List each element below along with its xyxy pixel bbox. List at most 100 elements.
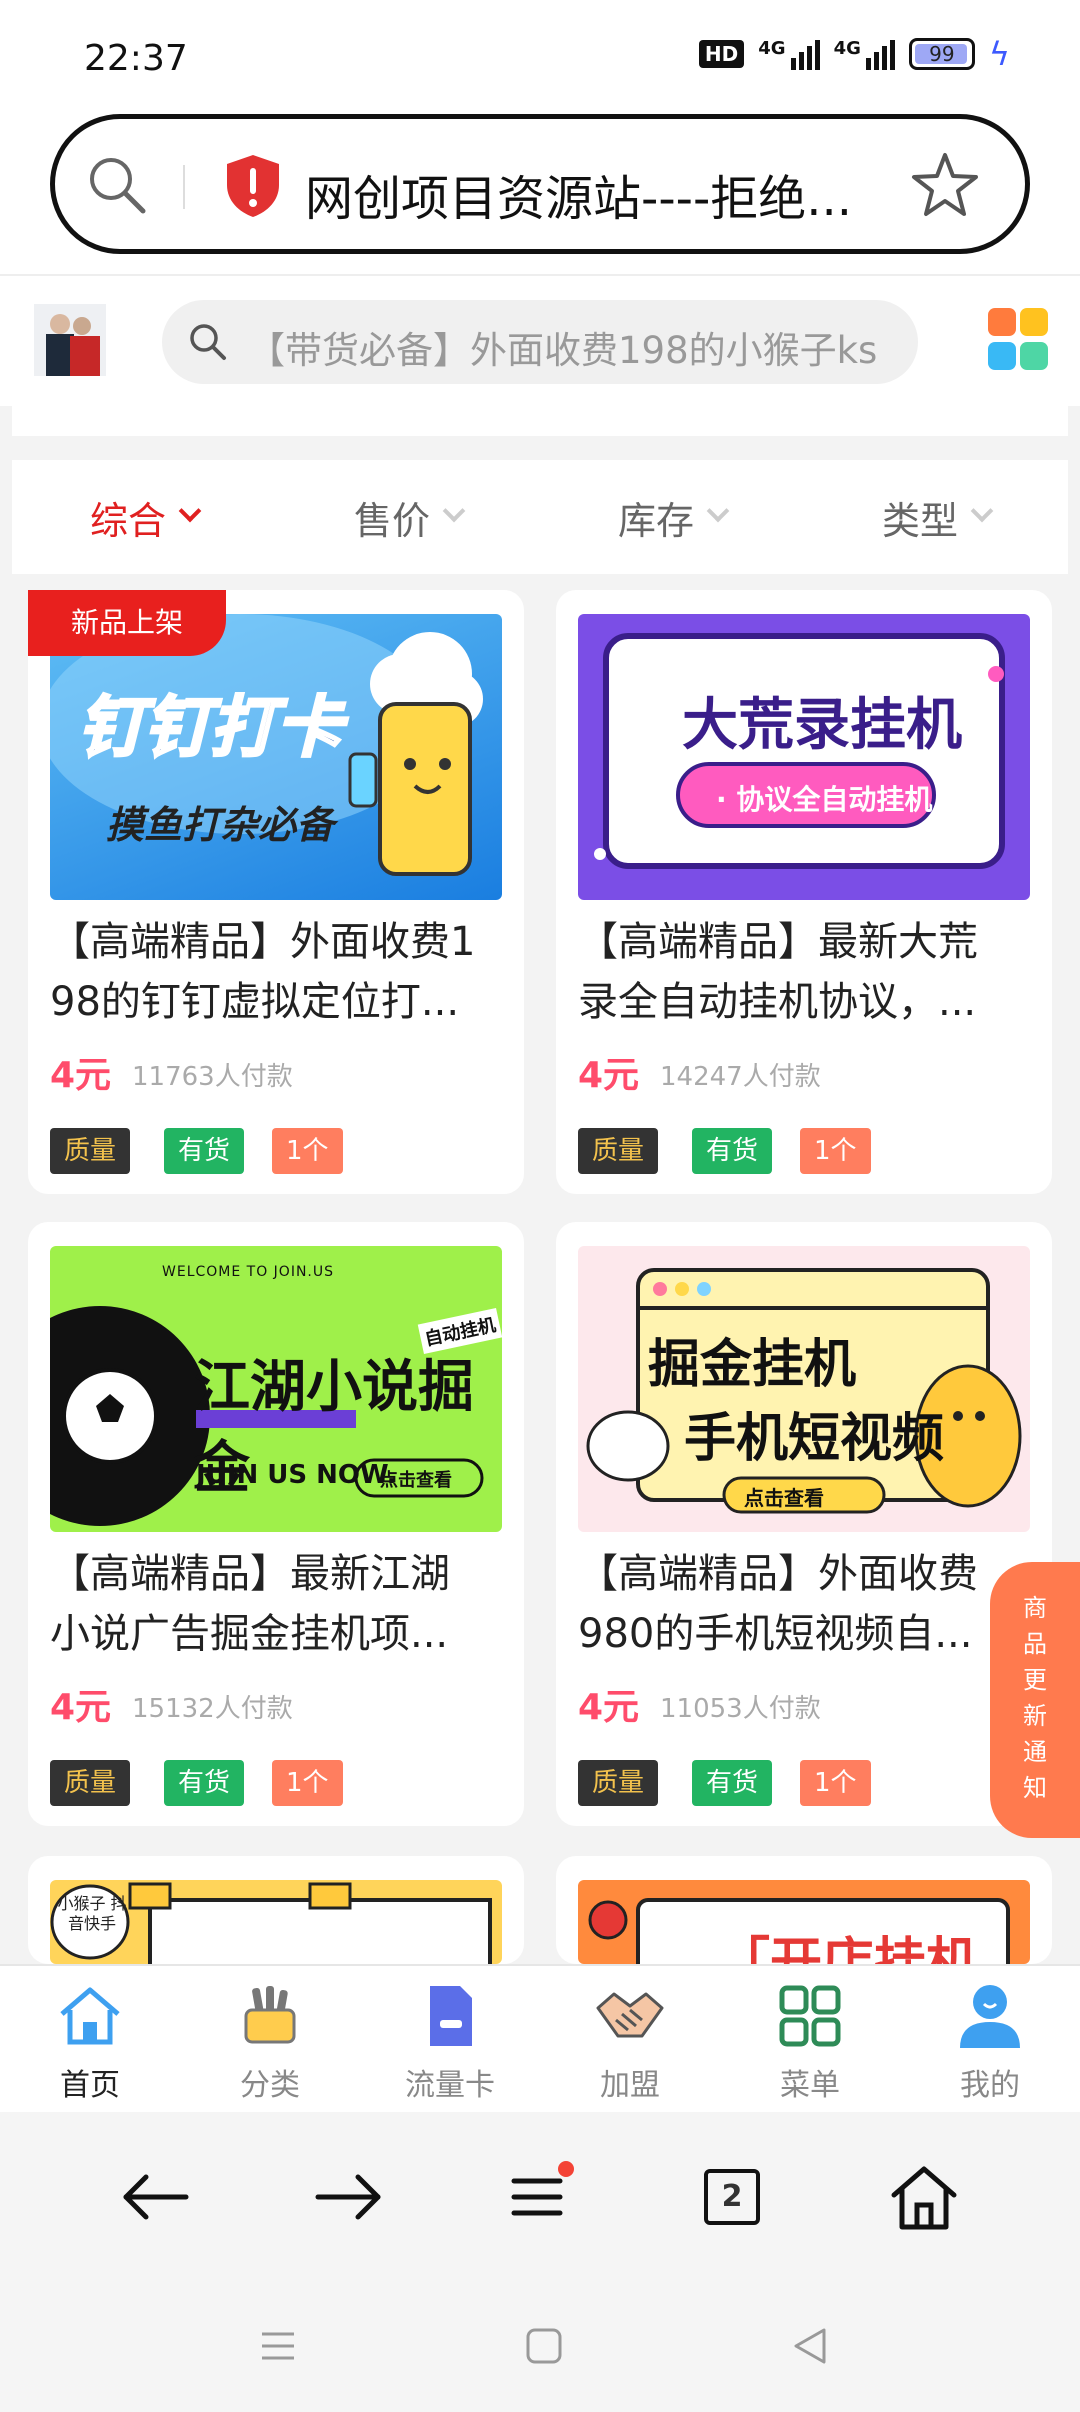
security-shield-icon[interactable] [223,153,283,219]
system-navigation-bar [0,2282,1080,2412]
product-price: 4元 [50,1687,112,1728]
sort-bar: 综合 售价 库存 类型 [12,460,1068,574]
image-subtitle: · 协议全自动挂机 · [716,783,953,816]
product-price: 4元 [50,1055,112,1096]
quality-tag: 质量 [50,1760,131,1806]
sort-price[interactable]: 售价 [276,460,540,574]
image-button: 点击查看 [380,1470,452,1491]
handshake-icon [596,1992,664,2038]
product-card[interactable]: 钉钉打卡 摸鱼打杂必备 【高端精品】外面收费1 98的钉钉虚拟定位打... 4元… [28,590,524,1194]
system-back-icon[interactable] [790,2326,830,2366]
sort-stock[interactable]: 库存 [540,460,804,574]
home-icon [60,1987,120,2045]
bottom-tab-bar: 首页 分类 流量卡 加盟 菜单 我的 [0,1964,1080,2112]
hd-voice-icon: HD [698,40,745,68]
status-icons: HD 4G 4G 99 ϟ [698,35,1010,73]
bookmark-star-icon[interactable] [911,151,979,219]
sim-card-icon [430,1986,472,2046]
image-title: 钉钉打卡 [77,688,344,768]
chevron-down-icon [706,499,730,523]
image-button: 点击查看 [744,1486,824,1510]
image-label: 小猴子 抖音快手 [57,1894,127,1933]
product-price: 4元 [578,1055,640,1096]
divider [183,165,185,209]
image-subtitle: 摸鱼打杂必备 [106,803,335,847]
in-stock-tag: 有货 [164,1128,245,1174]
category-icon [244,1986,296,2044]
apps-grid-icon[interactable] [988,308,1048,372]
battery-level: 99 [929,42,955,66]
quality-tag: 质量 [578,1760,659,1806]
avatar[interactable] [34,304,106,376]
count-tag: 1个 [800,1128,871,1174]
tabs-button[interactable]: 2 [692,2157,772,2237]
product-image[interactable]: 大荒录挂机 · 协议全自动挂机 · [578,614,1030,900]
sort-type[interactable]: 类型 [804,460,1068,574]
product-title[interactable]: 【高端精品】最新大荒 录全自动挂机协议，... [578,912,1030,1032]
product-title[interactable]: 【高端精品】外面收费1 98的钉钉虚拟定位打... [50,912,502,1032]
product-card-partial[interactable]: 「开店挂机 [556,1856,1052,1964]
image-title: 「开店挂机 [718,1933,979,1964]
system-home-icon[interactable] [524,2326,564,2366]
in-stock-tag: 有货 [692,1760,773,1806]
count-tag: 1个 [272,1760,343,1806]
in-stock-tag: 有货 [692,1128,773,1174]
menu-grid-icon [779,1985,841,2047]
product-card[interactable]: 大荒录挂机 · 协议全自动挂机 · 【高端精品】最新大荒 录全自动挂机协议，..… [556,590,1052,1194]
product-sales: 15132人付款 [132,1694,293,1724]
product-image[interactable]: 小猴子 抖音快手 [50,1880,502,1964]
product-image[interactable]: 钉钉打卡 摸鱼打杂必备 [50,614,502,900]
charging-icon: ϟ [988,35,1010,73]
search-icon [190,324,226,360]
search-icon[interactable] [85,153,149,217]
page-title[interactable]: 网创项目资源站----拒绝... [305,159,885,229]
image-top-banner: WELCOME TO JOIN.US [162,1264,335,1280]
product-image[interactable]: WELCOME TO JOIN.US 自动挂机 江湖小说掘金 JUIN US N… [50,1246,502,1532]
product-update-notice-button[interactable]: 商 品 更 新 通 知 [990,1562,1080,1838]
recent-apps-icon[interactable] [258,2326,298,2366]
tab-data-card[interactable]: 流量卡 [360,1966,540,2112]
search-placeholder[interactable]: 【带货必备】外面收费198的小猴子ks [248,320,898,374]
home-icon[interactable] [884,2157,964,2237]
product-card-partial[interactable]: 小猴子 抖音快手 [28,1856,524,1964]
product-sales: 11763人付款 [132,1062,293,1092]
user-icon [960,1985,1020,2048]
tab-count: 2 [704,2169,760,2225]
signal-icon-2: 4G [834,38,895,70]
image-subtitle: JUIN US NOW. [196,1460,397,1490]
quality-tag: 质量 [50,1128,131,1174]
site-search-input[interactable]: 【带货必备】外面收费198的小猴子ks [162,300,918,384]
site-header: 【带货必备】外面收费198的小猴子ks [0,274,1080,406]
tab-profile[interactable]: 我的 [900,1966,1080,2112]
product-card[interactable]: WELCOME TO JOIN.US 自动挂机 江湖小说掘金 JUIN US N… [28,1222,524,1826]
chevron-down-icon [442,499,466,523]
product-card[interactable]: 掘金挂机 手机短视频 点击查看 【高端精品】外面收费 980的手机短视频自...… [556,1222,1052,1826]
count-tag: 1个 [800,1760,871,1806]
browser-toolbar: 2 [0,2112,1080,2282]
tab-category[interactable]: 分类 [180,1966,360,2112]
product-sales: 11053人付款 [660,1694,821,1724]
menu-icon[interactable] [500,2157,580,2237]
image-title: 掘金挂机 [648,1335,857,1395]
image-subtitle: 手机短视频 [684,1409,945,1469]
product-image[interactable]: 掘金挂机 手机短视频 点击查看 [578,1246,1030,1532]
signal-icon: 4G [758,38,820,70]
forward-arrow-icon[interactable] [308,2157,388,2237]
address-bar[interactable]: 网创项目资源站----拒绝... [50,114,1030,254]
product-title[interactable]: 【高端精品】外面收费 980的手机短视频自... [578,1544,1030,1664]
sort-comprehensive[interactable]: 综合 [12,460,276,574]
tab-menu[interactable]: 菜单 [720,1966,900,2112]
image-title: 大荒录挂机 [682,693,962,758]
chevron-down-icon [970,499,994,523]
product-image[interactable]: 「开店挂机 [578,1880,1030,1964]
chevron-down-icon [178,499,202,523]
back-arrow-icon[interactable] [116,2157,196,2237]
banner-strip [12,406,1068,436]
product-title[interactable]: 【高端精品】最新江湖 小说广告掘金挂机项... [50,1544,502,1664]
status-bar: 22:37 HD 4G 4G 99 ϟ [0,0,1080,110]
new-arrival-badge: 新品上架 [28,590,226,656]
tab-home[interactable]: 首页 [0,1966,180,2112]
tab-join[interactable]: 加盟 [540,1966,720,2112]
battery-icon: 99 [908,38,975,70]
product-price: 4元 [578,1687,640,1728]
